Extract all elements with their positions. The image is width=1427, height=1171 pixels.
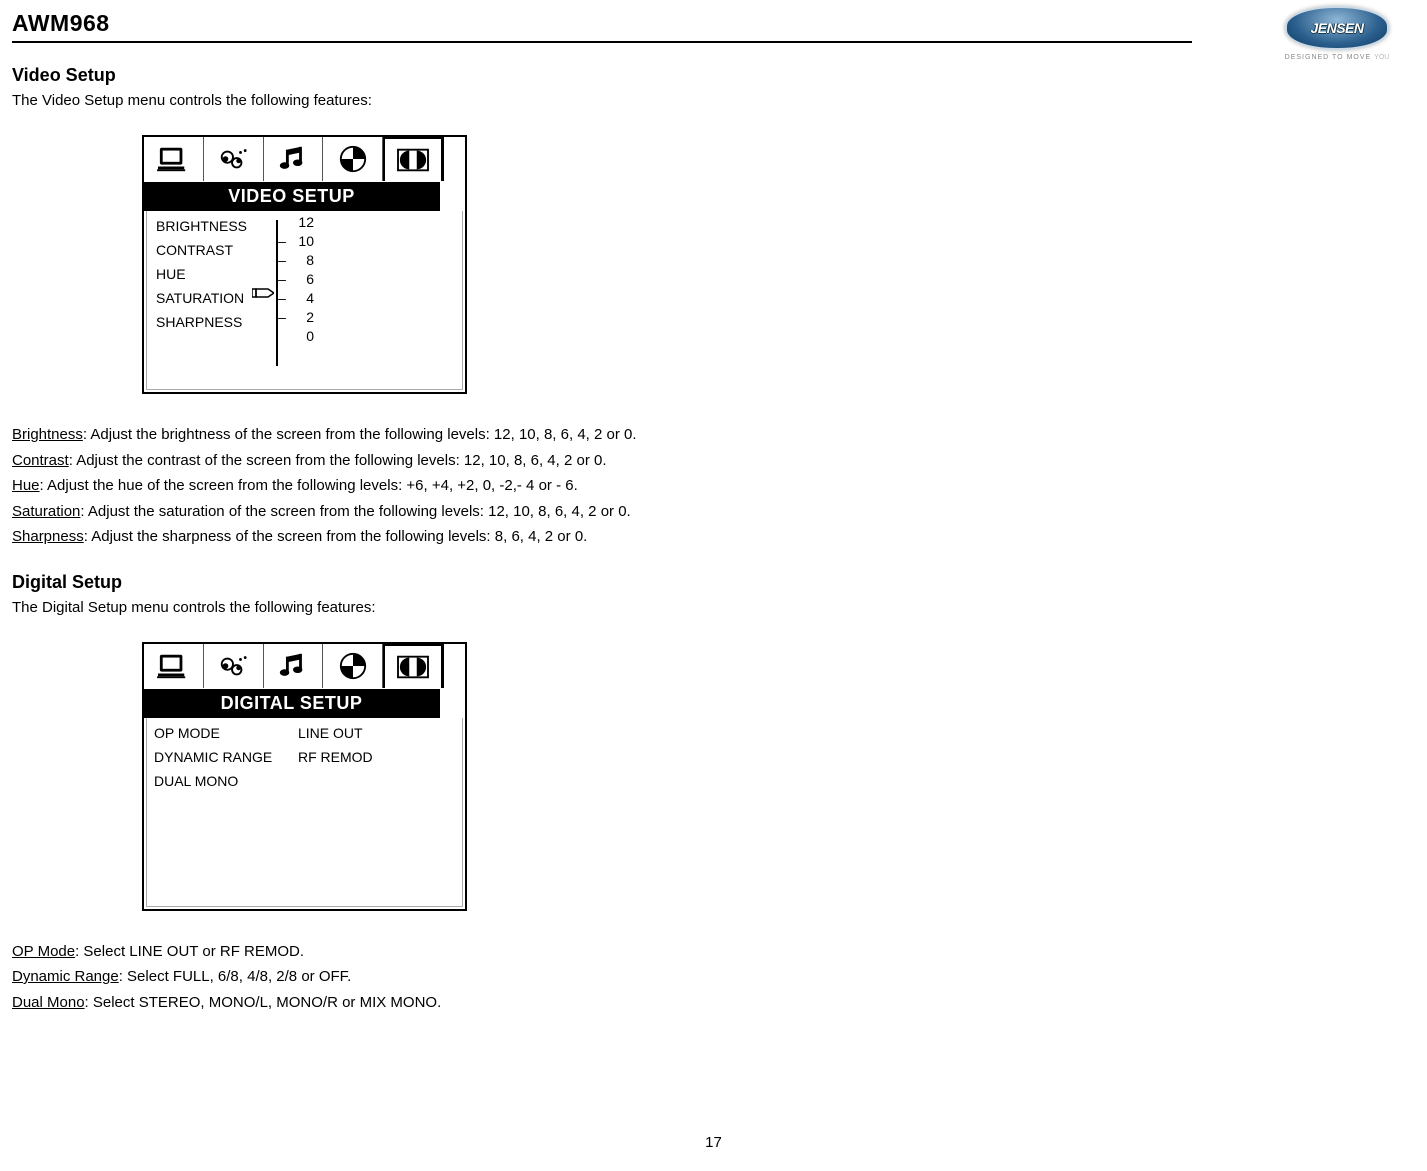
param-brightness: Brightness: Adjust the brightness of the… xyxy=(12,422,1357,448)
param-saturation: Saturation: Adjust the saturation of the… xyxy=(12,499,1357,525)
digital-menu-title: DIGITAL SETUP xyxy=(144,689,440,718)
video-scale: 12 –10 –8 –6 –4 –2 0 xyxy=(304,212,465,392)
brand-logo: JENSEN DESIGNED TO MOVE YOU xyxy=(1277,6,1397,61)
menu-item-dynamic-range: DYNAMIC RANGE xyxy=(144,745,294,769)
digital-menu-body: OP MODE DYNAMIC RANGE DUAL MONO LINE OUT… xyxy=(144,718,465,909)
scale-4: 4 xyxy=(288,290,314,306)
menu-value-lineout: LINE OUT xyxy=(294,721,465,745)
tab-general-icon xyxy=(144,644,204,688)
header-divider xyxy=(12,41,1192,43)
tab-spacer xyxy=(443,644,465,688)
menu-value-rfremod: RF REMOD xyxy=(294,745,465,769)
param-contrast: Contrast: Adjust the contrast of the scr… xyxy=(12,448,1357,474)
manual-page: AWM968 JENSEN DESIGNED TO MOVE YOU Video… xyxy=(0,0,1427,1171)
video-params: Brightness: Adjust the brightness of the… xyxy=(12,422,1357,550)
menu-item-dual-mono: DUAL MONO xyxy=(144,769,294,793)
param-sharpness: Sharpness: Adjust the sharpness of the s… xyxy=(12,524,1357,550)
video-setup-intro: The Video Setup menu controls the follow… xyxy=(12,92,1357,109)
digital-left-items: OP MODE DYNAMIC RANGE DUAL MONO xyxy=(144,719,294,909)
digital-params: OP Mode: Select LINE OUT or RF REMOD. Dy… xyxy=(12,939,1357,1016)
scale-2: 2 xyxy=(288,309,314,325)
tab-audio-icon xyxy=(264,644,324,688)
scale-6: 6 xyxy=(288,271,314,287)
tab-speaker-icon xyxy=(204,644,264,688)
video-setup-menu: VIDEO SETUP BRIGHTNESS CONTRAST HUE SATU… xyxy=(142,135,467,394)
param-dynamic-range: Dynamic Range: Select FULL, 6/8, 4/8, 2/… xyxy=(12,964,1357,990)
brand-tagline: DESIGNED TO MOVE YOU xyxy=(1277,54,1397,61)
tab-general-icon xyxy=(144,137,204,181)
digital-right-items: LINE OUT RF REMOD xyxy=(294,719,465,909)
scale-8: 8 xyxy=(288,252,314,268)
tab-digital-icon xyxy=(383,137,443,181)
tab-digital-icon xyxy=(383,644,443,688)
video-setup-heading: Video Setup xyxy=(12,65,1357,86)
scale-0: 0 xyxy=(288,328,314,344)
digital-setup-heading: Digital Setup xyxy=(12,572,1357,593)
param-hue: Hue: Adjust the hue of the screen from t… xyxy=(12,473,1357,499)
param-opmode: OP Mode: Select LINE OUT or RF REMOD. xyxy=(12,939,1357,965)
digital-setup-menu: DIGITAL SETUP OP MODE DYNAMIC RANGE DUAL… xyxy=(142,642,467,911)
menu-tab-row xyxy=(144,137,465,182)
tab-video-icon xyxy=(323,644,383,688)
param-dual-mono: Dual Mono: Select STEREO, MONO/L, MONO/R… xyxy=(12,990,1357,1016)
menu-item-opmode: OP MODE xyxy=(144,721,294,745)
brand-name: JENSEN xyxy=(1310,20,1363,36)
video-menu-title: VIDEO SETUP xyxy=(144,182,440,211)
scale-10: 10 xyxy=(288,233,314,249)
tab-video-icon xyxy=(323,137,383,181)
tab-audio-icon xyxy=(264,137,324,181)
logo-oval: JENSEN xyxy=(1285,6,1389,50)
model-number: AWM968 xyxy=(12,10,110,37)
page-number: 17 xyxy=(0,1134,1427,1151)
page-header: AWM968 xyxy=(12,10,1357,41)
menu-tab-row xyxy=(144,644,465,689)
video-menu-body: BRIGHTNESS CONTRAST HUE SATURATION SHARP… xyxy=(144,211,465,392)
tab-speaker-icon xyxy=(204,137,264,181)
tab-spacer xyxy=(443,137,465,181)
digital-setup-intro: The Digital Setup menu controls the foll… xyxy=(12,599,1357,616)
scale-12: 12 xyxy=(288,214,314,230)
